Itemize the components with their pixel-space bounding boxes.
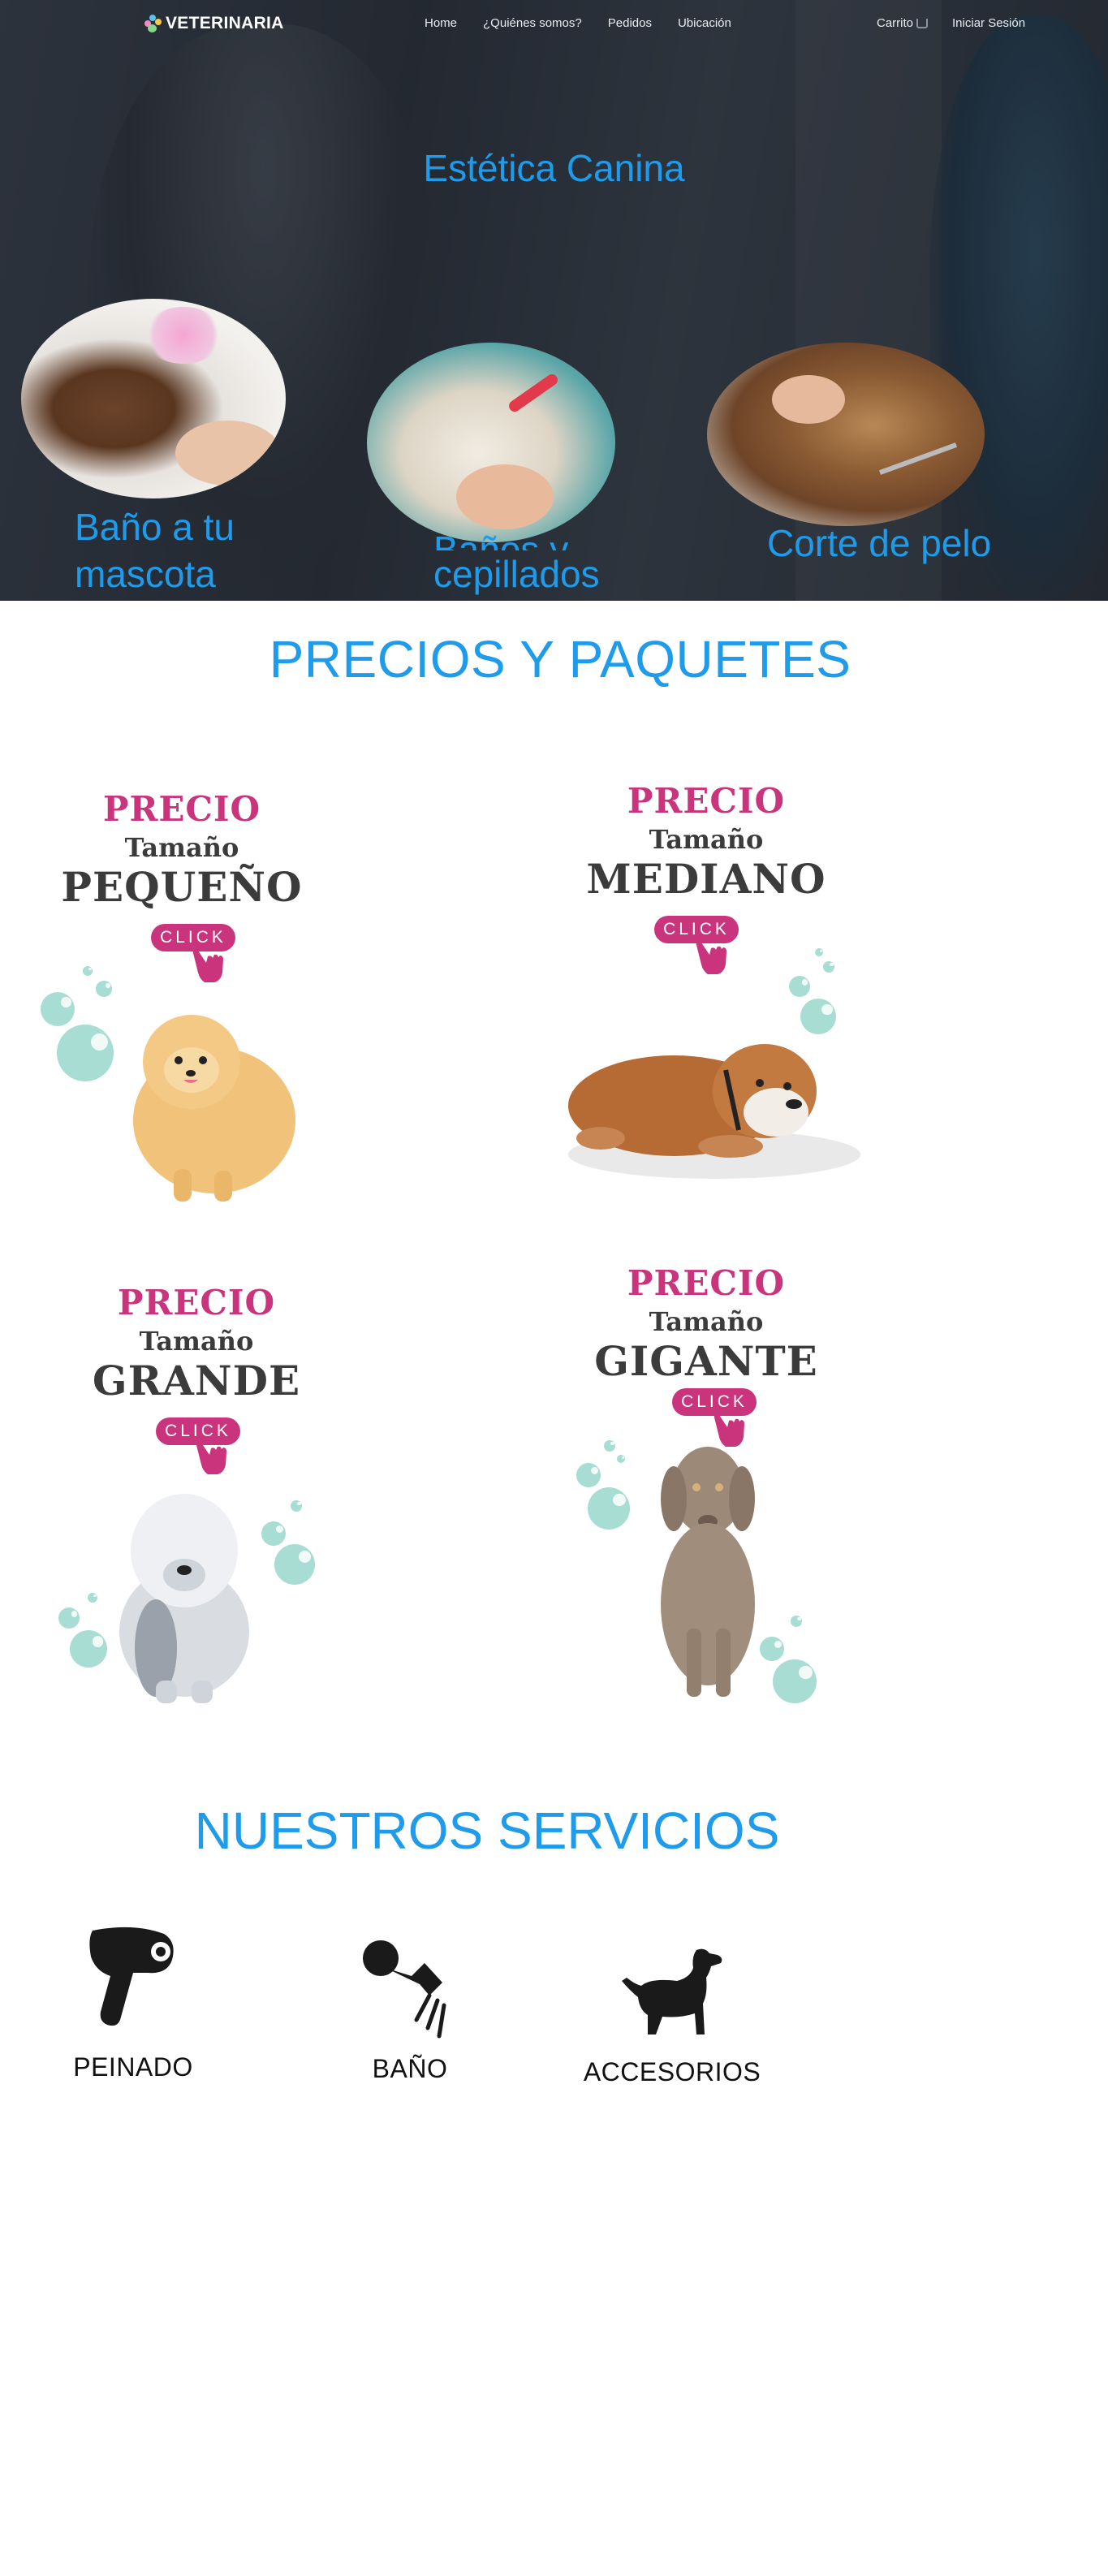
service-label-accesorios: ACCESORIOS — [583, 2057, 761, 2086]
card-label-brushing: Baños y cepillados — [433, 503, 600, 598]
bubble-decoration — [96, 981, 112, 997]
nav-link-ubicacion[interactable]: Ubicación — [678, 16, 731, 30]
cart-icon — [916, 18, 929, 28]
bubble-decoration — [823, 961, 834, 973]
service-item-bano[interactable]: BAÑO — [341, 1935, 479, 2084]
price-card-tamano: Tamaño — [649, 824, 764, 855]
card-label-bath-line2: mascota — [75, 553, 216, 595]
brand-name: VETERINARIA — [166, 14, 284, 32]
price-card-header: PRECIO Tamaño GRANDE — [42, 1283, 351, 1405]
price-card-precio: PRECIO — [102, 789, 261, 829]
scissors-image — [878, 442, 958, 475]
hero-banner: VETERINARIA Home ¿Quiénes somos? Pedidos… — [0, 0, 1108, 601]
card-label-brushing-line1: Baños y — [433, 529, 569, 550]
service-item-accesorios[interactable]: ACCESORIOS — [583, 1945, 761, 2087]
card-label-brushing-line1-clipped: Baños y — [433, 503, 600, 550]
card-label-brushing-line2: cepillados — [433, 553, 600, 595]
bubble-decoration — [88, 1593, 97, 1603]
bulldog-image — [568, 1044, 860, 1179]
shower-head-icon — [363, 1940, 446, 2039]
nav-link-pedidos[interactable]: Pedidos — [608, 16, 652, 30]
price-card-size: MEDIANO — [586, 855, 826, 903]
price-card-large[interactable]: PRECIO Tamaño GRANDE CLICK — [42, 1283, 351, 1721]
price-card-precio: PRECIO — [117, 1283, 276, 1323]
price-card-header: PRECIO Tamaño PEQUEÑO — [36, 789, 328, 911]
bubble-decoration — [617, 1455, 625, 1463]
bubble-decoration — [41, 992, 75, 1026]
prices-section-title: PRECIOS Y PAQUETES — [269, 630, 851, 688]
pomeranian-dog-image — [133, 1015, 295, 1202]
services-section-title: NUESTROS SERVICIOS — [194, 1801, 780, 1860]
card-label-bath: Baño a tu mascota — [75, 503, 235, 598]
brand-logo[interactable]: VETERINARIA — [143, 14, 284, 33]
pointing-hand-icon — [196, 1439, 226, 1474]
price-card-tamano: Tamaño — [124, 832, 239, 863]
price-card-size: PEQUEÑO — [61, 863, 303, 911]
login-link[interactable]: Iniciar Sesión — [952, 16, 1025, 30]
service-label-peinado: PEINADO — [73, 2052, 193, 2082]
pointing-hand-icon — [192, 947, 223, 982]
card-label-bath-line1: Baño a tu — [75, 506, 235, 548]
nav-link-quienes-somos[interactable]: ¿Quiénes somos? — [483, 16, 582, 30]
price-card-small[interactable]: PRECIO Tamaño PEQUEÑO CLICK — [36, 789, 328, 1228]
price-card-header: PRECIO Tamaño MEDIANO — [552, 781, 860, 903]
bubble-decoration — [57, 1025, 114, 1081]
cart-label: Carrito — [877, 16, 914, 30]
bubble-decoration — [274, 1544, 315, 1585]
bubble-decoration — [773, 1659, 817, 1703]
top-navbar: VETERINARIA Home ¿Quiénes somos? Pedidos… — [0, 0, 1108, 47]
price-card-size: GIGANTE — [594, 1337, 818, 1385]
price-card-size: GRANDE — [92, 1357, 301, 1405]
bubble-decoration — [261, 1521, 286, 1546]
price-card-precio: PRECIO — [627, 1263, 786, 1303]
service-card-bath-image[interactable] — [21, 299, 286, 498]
card-label-haircut: Corte de pelo — [767, 520, 991, 567]
dog-silhouette-icon — [622, 1948, 722, 2034]
hand-image — [175, 421, 281, 485]
bubble-decoration — [791, 1616, 802, 1627]
bubble-decoration — [58, 1607, 80, 1629]
price-card-precio: PRECIO — [627, 781, 786, 821]
bubble-decoration — [83, 966, 93, 976]
bubble-decoration — [576, 1463, 601, 1487]
toothbrush-image — [507, 372, 560, 414]
bubble-decoration — [789, 976, 810, 997]
sheepdog-image — [119, 1494, 249, 1703]
hand-image — [772, 375, 845, 424]
foam-sponge-image — [143, 307, 224, 364]
bubble-decoration — [291, 1500, 302, 1512]
price-card-tamano: Tamaño — [649, 1306, 764, 1337]
service-card-haircut-image[interactable] — [707, 343, 985, 526]
nav-links: Home ¿Quiénes somos? Pedidos Ubicación — [425, 16, 757, 30]
paw-logo-icon — [143, 14, 162, 33]
bubble-decoration — [815, 948, 823, 956]
bubble-decoration — [604, 1440, 615, 1452]
pointing-hand-icon — [696, 939, 726, 974]
price-card-giant[interactable]: PRECIO Tamaño GIGANTE CLICK — [552, 1263, 860, 1703]
price-card-medium[interactable]: PRECIO Tamaño MEDIANO CLICK — [552, 781, 860, 1219]
price-card-header: PRECIO Tamaño GIGANTE — [552, 1263, 860, 1385]
hair-dryer-icon — [89, 1927, 174, 2026]
bubble-decoration — [70, 1630, 107, 1668]
card-label-haircut-line1: Corte de pelo — [767, 522, 992, 564]
nav-link-home[interactable]: Home — [425, 16, 457, 30]
nav-actions: Carrito Iniciar Sesión — [877, 16, 1025, 30]
price-card-tamano: Tamaño — [139, 1326, 254, 1357]
hero-title: Estética Canina — [423, 147, 685, 189]
service-label-bano: BAÑO — [372, 2054, 448, 2083]
service-item-peinado[interactable]: PEINADO — [68, 1924, 198, 2082]
cart-link[interactable]: Carrito — [877, 16, 929, 30]
weimaraner-image — [661, 1447, 755, 1697]
bubble-decoration — [588, 1487, 630, 1530]
